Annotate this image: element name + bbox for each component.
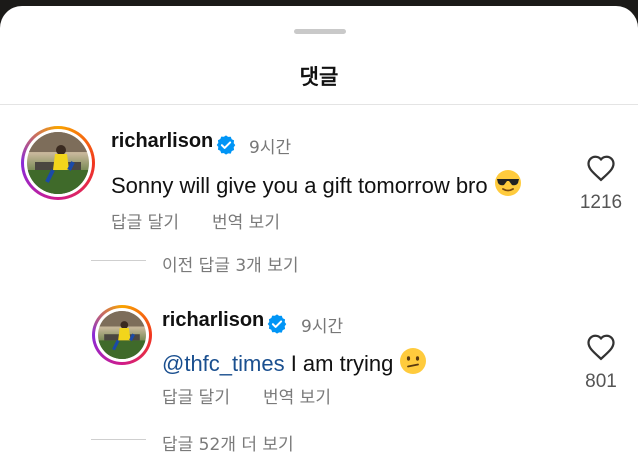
heart-icon[interactable] bbox=[586, 154, 616, 182]
drag-handle[interactable] bbox=[294, 29, 346, 34]
like-count: 801 bbox=[585, 371, 617, 392]
reply-button[interactable]: 답글 달기 bbox=[111, 208, 179, 233]
reply-username[interactable]: richarlison bbox=[162, 309, 264, 332]
heart-icon[interactable] bbox=[586, 333, 616, 361]
mention-link[interactable]: @thfc_times bbox=[162, 351, 285, 376]
reply-text: @thfc_times I am trying bbox=[162, 347, 427, 377]
reply-button[interactable]: 답글 달기 bbox=[162, 383, 230, 408]
comment-time: 9시간 bbox=[249, 138, 292, 158]
translate-button[interactable]: 번역 보기 bbox=[212, 208, 280, 233]
header-divider bbox=[0, 104, 638, 105]
replies-divider bbox=[91, 439, 146, 440]
avatar-photo bbox=[98, 311, 146, 359]
comment-body: Sonny will give you a gift tomorrow bro bbox=[111, 173, 488, 198]
sheet-title: 댓글 bbox=[299, 65, 339, 89]
avatar[interactable] bbox=[21, 126, 95, 200]
comment-username[interactable]: richarlison bbox=[111, 130, 213, 153]
reply-body: I am trying bbox=[284, 351, 394, 376]
avatar[interactable] bbox=[92, 305, 152, 365]
view-more-replies-button[interactable]: 답글 52개 더 보기 bbox=[162, 430, 294, 455]
view-previous-replies-button[interactable]: 이전 답글 3개 보기 bbox=[162, 251, 299, 276]
comment-text: Sonny will give you a gift tomorrow bro bbox=[111, 169, 522, 199]
verified-badge-icon bbox=[216, 135, 236, 155]
confused-emoji-icon bbox=[400, 348, 427, 374]
translate-button[interactable]: 번역 보기 bbox=[263, 383, 331, 408]
comments-sheet: 댓글 richarlison 9시간 Sonny will give you a… bbox=[0, 6, 638, 469]
sunglasses-emoji-icon bbox=[494, 170, 521, 196]
replies-divider bbox=[91, 260, 146, 261]
verified-badge-icon bbox=[267, 314, 287, 334]
avatar-photo bbox=[27, 132, 89, 194]
reply-time: 9시간 bbox=[301, 317, 344, 337]
like-count: 1216 bbox=[579, 192, 623, 213]
